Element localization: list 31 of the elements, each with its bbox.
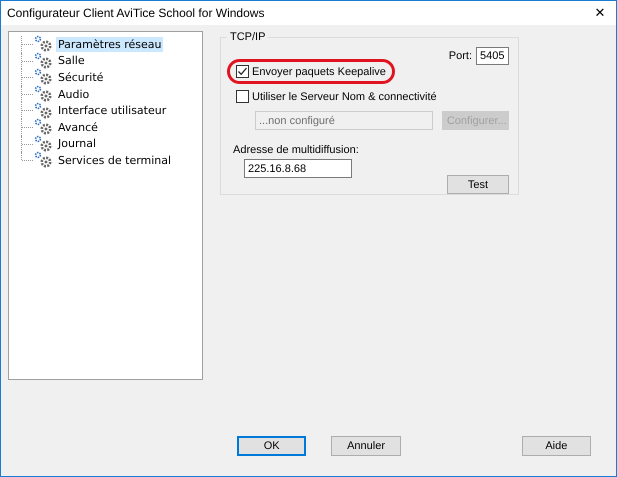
tree-item[interactable]: Audio (56, 86, 92, 102)
port-label: Port: (448, 50, 472, 62)
close-button[interactable]: ✕ (584, 1, 616, 25)
tree-item[interactable]: Sécurité (56, 70, 106, 85)
tree-item[interactable]: Paramètres réseau (56, 36, 164, 52)
tree-item[interactable]: Interface utilisateur (56, 103, 168, 118)
group-title: TCP/IP (227, 31, 268, 43)
gears-icon (34, 52, 54, 70)
checkbox[interactable] (236, 65, 249, 78)
dialog-button[interactable]: OK (237, 436, 306, 456)
checkbox[interactable] (236, 90, 249, 103)
gears-icon (34, 35, 54, 54)
window-title: Configurateur Client AviTice School for Windows (7, 6, 264, 20)
tree-item[interactable]: Journal (56, 136, 98, 152)
multicast-field[interactable]: 225.16.8.68 (244, 159, 352, 178)
gears-icon (34, 118, 54, 136)
port-field[interactable]: 5405 (476, 47, 509, 65)
gears-icon (34, 68, 54, 86)
gears-icon (34, 151, 54, 170)
checkbox-option[interactable]: Utiliser le Serveur Nom & connectivité (227, 84, 446, 109)
multicast-label: Adresse de multidiffusion: (233, 144, 360, 156)
dialog-button[interactable]: Annuler (331, 436, 401, 456)
tree-item[interactable]: Salle (56, 53, 87, 68)
gears-icon (34, 102, 54, 120)
dialog-button[interactable]: Aide (522, 436, 591, 456)
tree-item[interactable]: Services de terminal (56, 152, 174, 168)
checkbox-option[interactable]: Envoyer paquets Keepalive (227, 59, 395, 84)
tree-item[interactable]: Avancé (56, 120, 100, 135)
gears-icon (34, 134, 54, 153)
test-button[interactable]: Test (447, 175, 509, 194)
gears-icon (34, 85, 54, 104)
